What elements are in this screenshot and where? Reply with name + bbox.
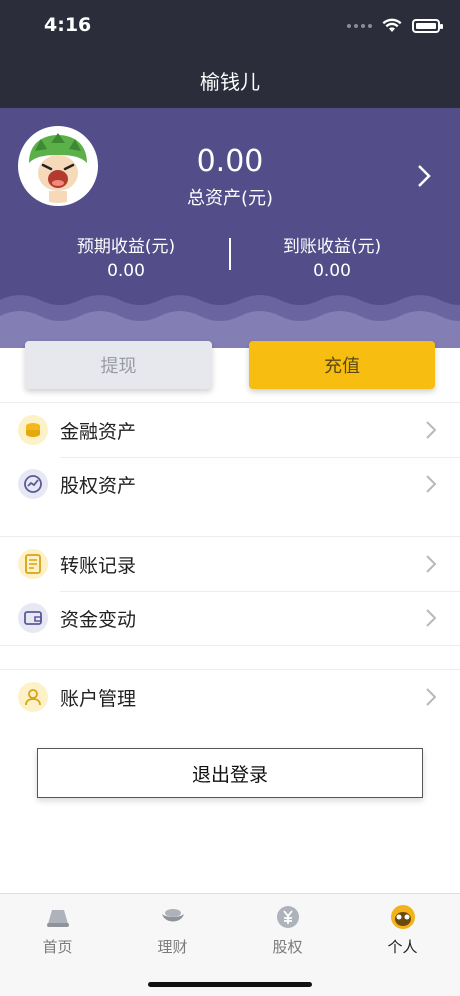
tab-label: 理财 (157, 938, 188, 956)
yuan-icon (276, 906, 299, 928)
menu-item-label: 转账记录 (60, 555, 137, 577)
chevron-right-icon[interactable] (416, 164, 432, 188)
top-bar: 4:16 榆钱儿 (0, 0, 460, 108)
chevron-right-icon (426, 555, 436, 573)
page-title: 榆钱儿 (200, 70, 260, 94)
menu-item-label: 资金变动 (60, 609, 137, 631)
menu-item-account-management[interactable]: 账户管理 (0, 670, 460, 724)
expected-earnings-label: 预期收益(元) (76, 237, 176, 257)
menu-item-fund-changes[interactable]: 资金变动 (0, 591, 460, 645)
profile-icon (390, 905, 415, 929)
chevron-right-icon (426, 688, 436, 706)
menu-item-equity-assets[interactable]: 股权资产 (0, 457, 460, 511)
document-icon (18, 549, 48, 579)
received-earnings-value: 0.00 (313, 261, 351, 281)
menu-item-financial-assets[interactable]: 金融资产 (0, 403, 460, 457)
expected-earnings: 预期收益(元) 0.00 (26, 232, 226, 281)
tab-label: 股权 (272, 938, 303, 956)
tab-bar: 首页 理财 股权 个人 (0, 893, 460, 996)
ingot-icon (161, 909, 184, 922)
chevron-right-icon (426, 475, 436, 493)
menu-item-transfer-records[interactable]: 转账记录 (0, 537, 460, 591)
tab-profile[interactable]: 个人 (345, 904, 460, 957)
tab-equity[interactable]: 股权 (230, 904, 345, 957)
status-icons (347, 18, 443, 33)
wallet-icon (18, 603, 48, 633)
received-earnings-label: 到账收益(元) (282, 237, 382, 257)
tab-label: 个人 (387, 938, 418, 956)
total-assets-label: 总资产(元) (186, 188, 274, 209)
signal-icon (347, 23, 372, 28)
home-icon (46, 910, 69, 927)
menu-item-label: 金融资产 (60, 421, 137, 443)
chevron-right-icon (426, 421, 436, 439)
chevron-right-icon (426, 609, 436, 627)
menu-item-label: 账户管理 (60, 688, 137, 710)
menu-item-label: 股权资产 (60, 475, 137, 497)
account-summary: 0.00 总资产(元) 预期收益(元) 0.00 到账收益(元) 0.00 (0, 108, 460, 370)
tab-label: 首页 (42, 938, 73, 956)
expected-earnings-value: 0.00 (107, 261, 145, 281)
user-icon (18, 682, 48, 712)
status-time: 4:16 (44, 14, 92, 36)
received-earnings: 到账收益(元) 0.00 (232, 232, 432, 281)
total-assets-amount: 0.00 (196, 144, 264, 179)
home-indicator (148, 982, 312, 987)
logout-button[interactable]: 退出登录 (37, 748, 423, 798)
divider (0, 645, 460, 646)
recharge-button[interactable]: 充值 (249, 341, 435, 389)
tab-wealth[interactable]: 理财 (115, 904, 230, 957)
battery-icon (412, 18, 443, 33)
tab-home[interactable]: 首页 (0, 904, 115, 957)
coins-icon (18, 415, 48, 445)
summary-divider (229, 238, 231, 270)
wifi-icon (382, 18, 402, 32)
trend-chart-icon (18, 469, 48, 499)
withdraw-button[interactable]: 提现 (25, 341, 212, 389)
